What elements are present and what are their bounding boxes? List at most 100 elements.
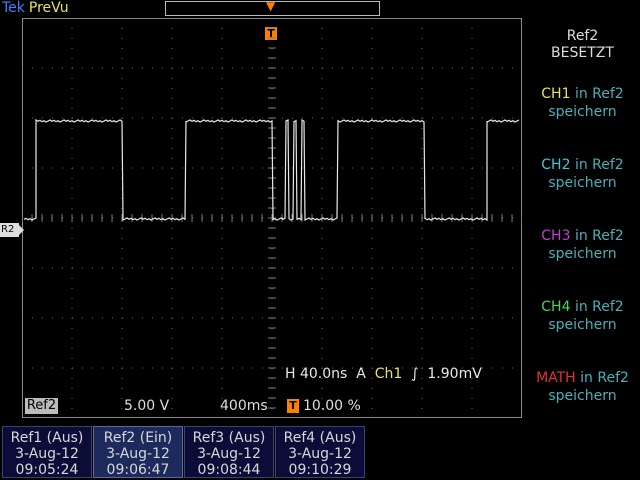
grid-dot (372, 167, 373, 169)
grid-dot (71, 358, 73, 359)
grid-dot (32, 367, 33, 369)
grid-dot (371, 198, 373, 199)
grid-dot (471, 188, 473, 189)
grid-dot (121, 228, 123, 229)
grid-dot (221, 378, 223, 379)
grid-dot (92, 367, 93, 369)
grid-dot (71, 328, 73, 329)
grid-dot (321, 178, 323, 179)
grid-dot (221, 338, 223, 339)
grid-dot (182, 267, 183, 269)
grid-dot (212, 67, 213, 69)
grid-dot (471, 198, 473, 199)
menu-item-save-math[interactable]: MATH in Ref2 speichern (525, 369, 640, 405)
grid-dot (132, 367, 133, 369)
grid-dot (371, 238, 373, 239)
menu-item-save-ch4[interactable]: CH4 in Ref2 speichern (525, 298, 640, 334)
grid-dot (392, 167, 393, 169)
ref-tab-1[interactable]: Ref1 (Aus) 3-Aug-12 09:05:24 (2, 426, 92, 478)
grid-dot (472, 167, 473, 169)
grid-dot (352, 267, 353, 269)
grid-dot (52, 167, 53, 169)
ref-tab-2[interactable]: Ref2 (Ein) 3-Aug-12 09:06:47 (93, 426, 183, 478)
grid-dot (71, 338, 73, 339)
grid-dot (232, 67, 233, 69)
grid-dot (442, 117, 443, 119)
grid-dot (102, 267, 103, 269)
grid-dot (321, 158, 323, 159)
grid-dot (392, 317, 393, 319)
grid-dot (221, 48, 223, 49)
grid-dot (182, 67, 183, 69)
ref2-waveform-trace (23, 118, 520, 222)
grid-dot (342, 167, 343, 169)
grid-dot (152, 117, 153, 119)
grid-dot (392, 117, 393, 119)
grid-dot (122, 317, 123, 319)
ref-tab-4[interactable]: Ref4 (Aus) 3-Aug-12 09:10:29 (275, 426, 365, 478)
grid-dot (72, 117, 73, 119)
grid-dot (421, 338, 423, 339)
grid-dot (422, 67, 423, 69)
grid-dot (32, 117, 33, 119)
grid-dot (82, 367, 83, 369)
grid-dot (232, 267, 233, 269)
grid-dot (171, 198, 173, 199)
grid-dot (402, 117, 403, 119)
time-per-div: 400ms (220, 398, 268, 414)
grid-dot (421, 38, 423, 39)
grid-dot (332, 267, 333, 269)
ref-tab-3[interactable]: Ref3 (Aus) 3-Aug-12 09:08:44 (184, 426, 274, 478)
waveform-display[interactable] (22, 18, 522, 418)
grid-dot (321, 298, 323, 299)
grid-dot (192, 317, 193, 319)
grid-dot (382, 167, 383, 169)
grid-dot (92, 67, 93, 69)
grid-dot (321, 48, 323, 49)
grid-dot (172, 317, 173, 319)
menu-item-save-ch2[interactable]: CH2 in Ref2 speichern (525, 156, 640, 192)
grid-dot (471, 338, 473, 339)
grid-dot (302, 67, 303, 69)
grid-dot (171, 158, 173, 159)
grid-dot (471, 98, 473, 99)
grid-dot (121, 288, 123, 289)
grid-dot (421, 198, 423, 199)
grid-dot (422, 167, 423, 169)
grid-dot (102, 167, 103, 169)
grid-dot (321, 388, 323, 389)
grid-dot (471, 388, 473, 389)
menu-item-target: in Ref2 (580, 370, 629, 386)
grid-dot (132, 67, 133, 69)
grid-dot (452, 67, 453, 69)
grid-dot (312, 317, 313, 319)
grid-dot (182, 117, 183, 119)
grid-dot (221, 158, 223, 159)
grid-dot (471, 38, 473, 39)
grid-dot (421, 188, 423, 189)
grid-dot (122, 267, 123, 269)
grid-dot (171, 328, 173, 329)
grid-dot (302, 167, 303, 169)
tab-date: 3-Aug-12 (288, 446, 352, 462)
grid-dot (332, 67, 333, 69)
grid-dot (222, 267, 223, 269)
grid-dot (412, 317, 413, 319)
grid-dot (452, 267, 453, 269)
grid-dot (282, 117, 283, 119)
grid-dot (321, 238, 323, 239)
grid-dot (221, 28, 223, 29)
menu-item-save-ch3[interactable]: CH3 in Ref2 speichern (525, 227, 640, 263)
menu-item-save-ch1[interactable]: CH1 in Ref2 speichern (525, 85, 640, 121)
grid-dot (71, 178, 73, 179)
grid-dot (332, 167, 333, 169)
grid-dot (371, 298, 373, 299)
side-menu: Ref2 BESETZT CH1 in Ref2 speichern CH2 in … (525, 0, 640, 420)
grid-dot (371, 258, 373, 259)
grid-dot (221, 308, 223, 309)
grid-dot (121, 108, 123, 109)
grid-dot (321, 128, 323, 129)
grid-dot (342, 67, 343, 69)
grid-dot (421, 228, 423, 229)
h-prefix: H (285, 366, 296, 382)
